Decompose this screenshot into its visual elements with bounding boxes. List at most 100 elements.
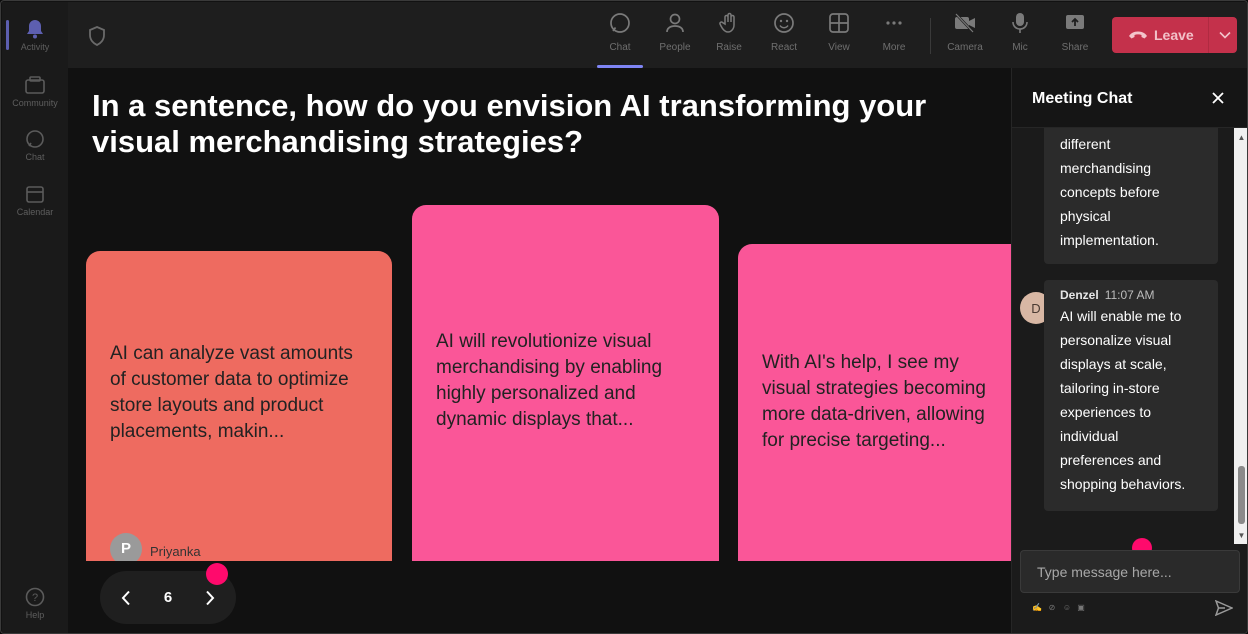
bell-icon	[24, 18, 46, 40]
question-title: In a sentence, how do you envision AI tr…	[92, 88, 927, 159]
chat-icon	[24, 128, 46, 150]
people-button[interactable]: People	[650, 10, 700, 66]
format-icon[interactable]: ✍	[1032, 602, 1042, 612]
response-text: AI can analyze vast amounts of customer …	[110, 343, 353, 442]
camera-button[interactable]: Camera	[940, 10, 990, 66]
message-line: AI will enable me to	[1060, 308, 1182, 324]
community-icon	[24, 74, 46, 96]
tool-label: Camera	[947, 42, 983, 53]
chat-message: different merchandising concepts before …	[1044, 128, 1218, 264]
avatar: P	[110, 533, 142, 561]
message-compose-box[interactable]	[1020, 550, 1240, 593]
response-card[interactable]: AI can analyze vast amounts of customer …	[86, 251, 392, 561]
mic-button[interactable]: Mic	[995, 10, 1045, 66]
tool-label: Raise	[716, 42, 742, 53]
more-button[interactable]: More	[869, 10, 919, 66]
leave-button[interactable]: Leave	[1112, 17, 1237, 53]
share-screen-icon	[1062, 10, 1088, 36]
view-button[interactable]: View	[814, 10, 864, 66]
rail-item-activity[interactable]: Activity	[2, 10, 68, 60]
more-icon	[881, 10, 907, 36]
share-button[interactable]: Share	[1050, 10, 1100, 66]
response-card[interactable]: With AI's help, I see my visual strategi…	[738, 244, 1011, 561]
message-line: merchandising	[1060, 160, 1152, 176]
message-line: displays at scale,	[1060, 356, 1167, 372]
sender-name: Denzel	[1060, 288, 1099, 302]
rail-label: Chat	[25, 152, 45, 162]
scroll-up-icon[interactable]: ▲	[1234, 130, 1247, 144]
message-line: physical	[1060, 208, 1111, 224]
grid-icon	[826, 10, 852, 36]
message-line: shopping behaviors.	[1060, 476, 1186, 492]
message-line: personalize visual	[1060, 332, 1172, 348]
camera-off-icon	[952, 10, 978, 36]
rail-item-community[interactable]: Community	[2, 66, 68, 116]
message-meta: Denzel 11:07 AM	[1060, 280, 1202, 304]
tool-label: View	[828, 42, 850, 53]
close-icon[interactable]	[1208, 88, 1228, 108]
message-time: 11:07 AM	[1104, 288, 1155, 302]
chevron-right-icon[interactable]	[198, 586, 222, 610]
calendar-icon	[24, 183, 46, 205]
rail-label: Community	[12, 98, 58, 108]
chat-scrollbar[interactable]: ▲ ▼	[1234, 128, 1247, 544]
page-number: 6	[163, 589, 173, 606]
message-line: experiences to	[1060, 404, 1152, 420]
chat-icon	[607, 10, 633, 36]
toolbar-divider	[930, 18, 931, 54]
scroll-down-icon[interactable]: ▼	[1234, 528, 1247, 542]
tool-label: React	[770, 42, 798, 53]
rail-item-chat[interactable]: Chat	[2, 120, 68, 170]
message-line: preferences and	[1060, 452, 1162, 468]
chat-title: Meeting Chat	[1032, 90, 1133, 107]
emoji-icon[interactable]: ☺	[1062, 602, 1072, 612]
cursor-indicator	[206, 563, 228, 585]
scrollbar-thumb[interactable]	[1238, 466, 1245, 524]
phone-hangup-icon	[1128, 27, 1150, 43]
message-line: concepts before	[1060, 184, 1160, 200]
tool-label: More	[882, 42, 906, 53]
app-rail: Activity Community Chat Calendar ? Help	[2, 2, 68, 633]
response-card[interactable]: AI will revolutionize visual merchandisi…	[412, 205, 719, 561]
tool-label: Share	[1061, 42, 1089, 53]
send-icon[interactable]	[1214, 598, 1234, 618]
shield-icon[interactable]	[88, 26, 106, 46]
rail-label: Help	[25, 610, 45, 620]
tool-label: Chat	[609, 42, 631, 53]
gif-icon[interactable]: ▣	[1076, 602, 1086, 612]
message-line: tailoring in-store	[1060, 380, 1160, 396]
svg-text:?: ?	[32, 592, 38, 604]
chat-header: Meeting Chat	[1012, 68, 1247, 128]
message-line: different	[1060, 136, 1111, 152]
rail-label: Activity	[20, 42, 50, 52]
message-line: implementation.	[1060, 232, 1159, 248]
chevron-left-icon[interactable]	[114, 586, 138, 610]
rail-item-help[interactable]: ? Help	[2, 578, 68, 628]
chevron-down-icon[interactable]	[1212, 17, 1237, 53]
response-text: AI will revolutionize visual merchandisi…	[436, 331, 663, 430]
tab-chat[interactable]: Chat	[595, 10, 645, 68]
rail-label: Calendar	[16, 207, 54, 217]
hand-icon	[716, 10, 742, 36]
react-button[interactable]: React	[759, 10, 809, 66]
tool-label: People	[659, 42, 691, 53]
response-text: With AI's help, I see my visual strategi…	[762, 352, 986, 451]
card-author: P Priyanka	[110, 533, 201, 561]
mic-icon	[1007, 10, 1033, 36]
meeting-toolbar: Chat People Raise React View More Camera…	[68, 2, 1247, 68]
rail-item-calendar[interactable]: Calendar	[2, 175, 68, 225]
raise-hand-button[interactable]: Raise	[704, 10, 754, 66]
chat-message: Denzel 11:07 AM AI will enable me to pers…	[1044, 280, 1218, 511]
people-icon	[662, 10, 688, 36]
help-icon: ?	[24, 586, 46, 608]
meeting-chat-panel: Meeting Chat different merchandising con…	[1011, 68, 1247, 633]
message-line: individual	[1060, 428, 1119, 444]
meeting-window: Activity Community Chat Calendar ? Help	[0, 0, 1248, 634]
message-input[interactable]	[1021, 551, 1239, 592]
leave-divider	[1208, 17, 1209, 53]
tool-label: Mic	[1012, 42, 1028, 53]
attach-icon[interactable]: ⊘	[1047, 602, 1057, 612]
smiley-icon	[771, 10, 797, 36]
author-name: Priyanka	[150, 544, 201, 559]
presentation-stage: In a sentence, how do you envision AI tr…	[68, 68, 1011, 633]
